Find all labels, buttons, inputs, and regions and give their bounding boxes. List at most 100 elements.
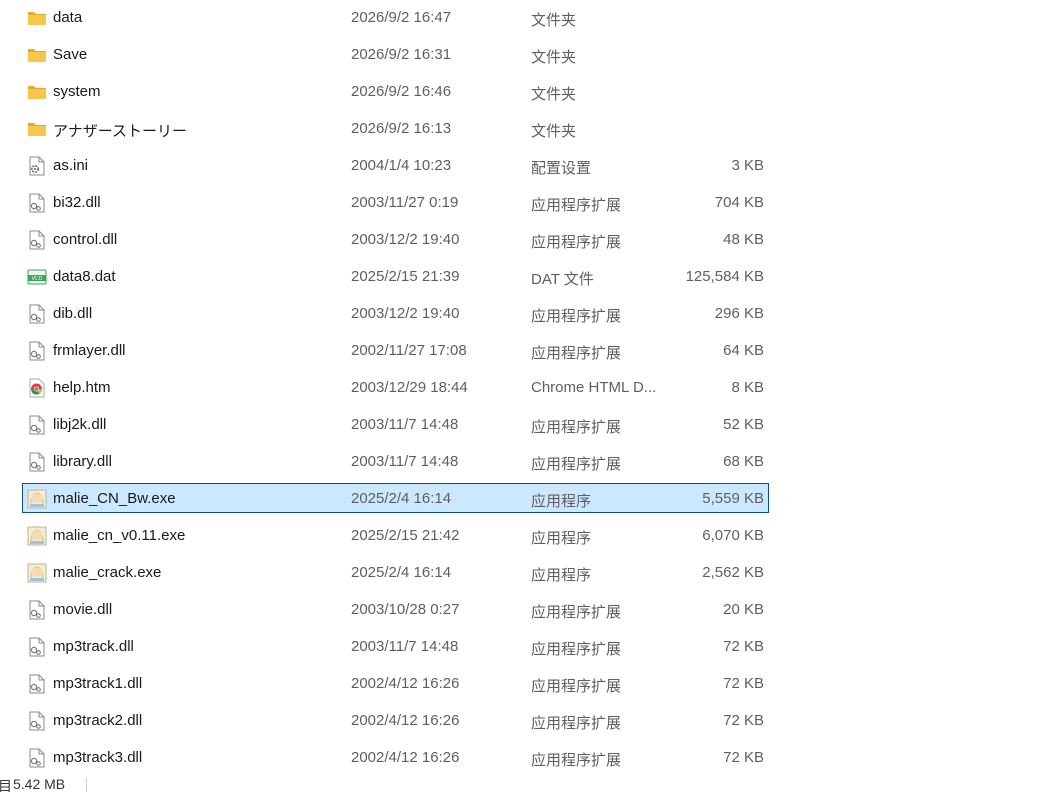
file-modified-date: 2003/11/7 14:48: [351, 638, 459, 655]
file-row[interactable]: bi32.dll 2003/11/27 0:19 应用程序扩展 704 KB: [22, 187, 769, 217]
file-row[interactable]: system 2026/9/2 16:46 文件夹: [22, 76, 769, 106]
file-name[interactable]: mp3track.dll: [53, 638, 134, 655]
file-row[interactable]: mp3track2.dll 2002/4/12 16:26 应用程序扩展 72 KB: [22, 705, 769, 735]
dat-file-icon: VCD: [27, 267, 47, 287]
folder-icon: [27, 8, 47, 28]
file-size: 3 KB: [731, 157, 764, 174]
file-row[interactable]: アナザーストーリー 2026/9/2 16:13 文件夹: [22, 113, 769, 143]
file-type: 应用程序扩展: [531, 419, 622, 436]
file-name[interactable]: movie.dll: [53, 601, 112, 618]
file-row[interactable]: mp3track1.dll 2002/4/12 16:26 应用程序扩展 72 KB: [22, 668, 769, 698]
file-size: 72 KB: [723, 638, 764, 655]
file-row[interactable]: Save 2026/9/2 16:31 文件夹: [22, 39, 769, 69]
file-type: DAT 文件: [531, 271, 594, 288]
file-type: 应用程序: [531, 493, 592, 510]
file-modified-date: 2002/4/12 16:26: [351, 712, 460, 729]
file-modified-date: 2003/12/2 19:40: [351, 305, 460, 322]
file-name[interactable]: data8.dat: [53, 268, 116, 285]
file-type: 应用程序扩展: [531, 234, 622, 251]
file-row[interactable]: malie_CN_Bw.exe 2025/2/4 16:14 应用程序 5,559 K…: [22, 483, 769, 513]
file-modified-date: 2026/9/2 16:31: [351, 46, 452, 63]
file-row[interactable]: control.dll 2003/12/2 19:40 应用程序扩展 48 KB: [22, 224, 769, 254]
file-type: 文件夹: [531, 123, 577, 140]
file-size: 5,559 KB: [702, 490, 764, 507]
file-name[interactable]: bi32.dll: [53, 194, 101, 211]
chrome-html-icon: [27, 378, 47, 398]
file-modified-date: 2025/2/4 16:14: [351, 490, 452, 507]
file-name[interactable]: system: [53, 83, 101, 100]
file-size: 48 KB: [723, 231, 764, 248]
dll-file-icon: [27, 341, 47, 361]
file-name[interactable]: mp3track3.dll: [53, 749, 142, 766]
file-name[interactable]: help.htm: [53, 379, 111, 396]
file-row[interactable]: as.ini 2004/1/4 10:23 配置设置 3 KB: [22, 150, 769, 180]
file-modified-date: 2002/4/12 16:26: [351, 749, 460, 766]
file-name[interactable]: malie_CN_Bw.exe: [53, 490, 176, 507]
file-type: 文件夹: [531, 49, 577, 66]
file-row[interactable]: library.dll 2003/11/7 14:48 应用程序扩展 68 KB: [22, 446, 769, 476]
file-name[interactable]: as.ini: [53, 157, 88, 174]
dll-file-icon: [27, 230, 47, 250]
file-type: 应用程序扩展: [531, 678, 622, 695]
file-type: 文件夹: [531, 12, 577, 29]
file-modified-date: 2025/2/15 21:39: [351, 268, 460, 285]
file-size: 6,070 KB: [702, 527, 764, 544]
file-row[interactable]: libj2k.dll 2003/11/7 14:48 应用程序扩展 52 KB: [22, 409, 769, 439]
file-size: 52 KB: [723, 416, 764, 433]
file-size: 704 KB: [714, 194, 764, 211]
file-row[interactable]: mp3track.dll 2003/11/7 14:48 应用程序扩展 72 KB: [22, 631, 769, 661]
file-modified-date: 2025/2/15 21:42: [351, 527, 460, 544]
file-name[interactable]: frmlayer.dll: [53, 342, 126, 359]
file-modified-date: 2003/10/28 0:27: [351, 601, 460, 618]
file-name[interactable]: malie_cn_v0.11.exe: [53, 527, 185, 544]
file-modified-date: 2026/9/2 16:13: [351, 120, 452, 137]
file-type: 应用程序扩展: [531, 604, 622, 621]
file-name[interactable]: mp3track1.dll: [53, 675, 142, 692]
file-size: 64 KB: [723, 342, 764, 359]
file-size: 2,562 KB: [702, 564, 764, 581]
status-selected-size: 5.42 MB: [13, 776, 66, 792]
file-modified-date: 2026/9/2 16:47: [351, 9, 452, 26]
file-row[interactable]: malie_crack.exe 2025/2/4 16:14 应用程序 2,562 K…: [22, 557, 769, 587]
file-modified-date: 2003/12/29 18:44: [351, 379, 468, 396]
file-name[interactable]: libj2k.dll: [53, 416, 106, 433]
file-modified-date: 2004/1/4 10:23: [351, 157, 452, 174]
file-type: 应用程序扩展: [531, 308, 622, 325]
file-name[interactable]: control.dll: [53, 231, 117, 248]
file-modified-date: 2003/11/7 14:48: [351, 416, 459, 433]
file-size: 296 KB: [714, 305, 764, 322]
config-file-icon: [27, 156, 47, 176]
file-name[interactable]: data: [53, 9, 82, 26]
file-name[interactable]: アナザーストーリー: [53, 120, 187, 141]
file-type: 配置设置: [531, 160, 592, 177]
file-type: 应用程序: [531, 567, 592, 584]
dll-file-icon: [27, 193, 47, 213]
file-row[interactable]: frmlayer.dll 2002/11/27 17:08 应用程序扩展 64 KB: [22, 335, 769, 365]
file-row[interactable]: dib.dll 2003/12/2 19:40 应用程序扩展 296 KB: [22, 298, 769, 328]
file-name[interactable]: dib.dll: [53, 305, 92, 322]
status-separator: [86, 778, 87, 792]
file-row[interactable]: VCD data8.dat 2025/2/15 21:39 DAT 文件 125,58…: [22, 261, 769, 291]
file-name[interactable]: library.dll: [53, 453, 112, 470]
file-size: 125,584 KB: [685, 268, 764, 285]
file-type: 文件夹: [531, 86, 577, 103]
file-modified-date: 2003/11/7 14:48: [351, 453, 459, 470]
file-size: 8 KB: [731, 379, 764, 396]
file-row[interactable]: help.htm 2003/12/29 18:44 Chrome HTML D...…: [22, 372, 769, 402]
file-row[interactable]: movie.dll 2003/10/28 0:27 应用程序扩展 20 KB: [22, 594, 769, 624]
file-type: 应用程序扩展: [531, 456, 622, 473]
file-modified-date: 2002/4/12 16:26: [351, 675, 460, 692]
status-item-count-glyph: 目: [0, 778, 12, 794]
dll-file-icon: [27, 452, 47, 472]
file-name[interactable]: mp3track2.dll: [53, 712, 142, 729]
file-name[interactable]: Save: [53, 46, 87, 63]
file-type: Chrome HTML D...: [531, 379, 657, 396]
file-row[interactable]: mp3track3.dll 2002/4/12 16:26 应用程序扩展 72 KB: [22, 742, 769, 772]
folder-icon: [27, 82, 47, 102]
dll-file-icon: [27, 711, 47, 731]
file-type: 应用程序: [531, 530, 592, 547]
file-row[interactable]: data 2026/9/2 16:47 文件夹: [22, 2, 769, 32]
file-row[interactable]: malie_cn_v0.11.exe 2025/2/15 21:42 应用程序 6,0…: [22, 520, 769, 550]
dll-file-icon: [27, 748, 47, 768]
file-name[interactable]: malie_crack.exe: [53, 564, 161, 581]
